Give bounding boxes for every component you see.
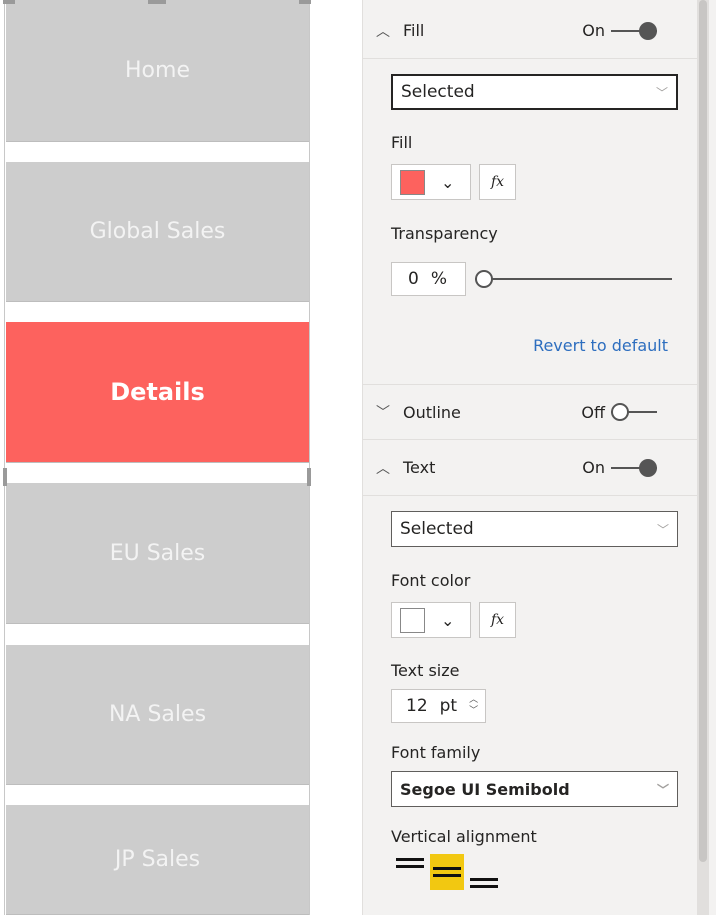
- transparency-label: Transparency: [391, 224, 498, 243]
- resize-handle-right[interactable]: [307, 468, 311, 486]
- transparency-slider[interactable]: [475, 270, 672, 288]
- resize-handle-left[interactable]: [3, 468, 7, 486]
- value: 0: [408, 269, 419, 289]
- toggle-label: On: [582, 458, 605, 477]
- scrollbar-thumb[interactable]: [699, 0, 707, 862]
- vertical-alignment-label: Vertical alignment: [391, 827, 537, 846]
- text-section-header[interactable]: ︿ Text On: [363, 440, 697, 496]
- fill-fx-button[interactable]: fx: [479, 164, 516, 200]
- section-title: Fill: [403, 21, 425, 40]
- chevron-up-icon: ︿: [376, 460, 390, 477]
- format-pane: ︿ Fill On Selected ﹀ Fill ⌄ fx Transparen…: [362, 0, 716, 915]
- outline-section-header[interactable]: ﹀ Outline Off: [363, 384, 697, 440]
- font-family-label: Font family: [391, 743, 481, 762]
- text-size-label: Text size: [391, 661, 460, 680]
- revert-to-default-link[interactable]: Revert to default: [533, 336, 668, 355]
- nav-button-details[interactable]: Details: [6, 322, 309, 463]
- chevron-down-icon: ﹀: [656, 782, 669, 797]
- nav-button-global-sales[interactable]: Global Sales: [6, 162, 309, 302]
- font-color-fx-button[interactable]: fx: [479, 602, 516, 638]
- fill-toggle[interactable]: On: [582, 21, 657, 40]
- fill-label: Fill: [391, 133, 413, 152]
- chevron-down-icon: ﹀: [655, 85, 668, 100]
- chevron-down-icon: ⌄: [441, 172, 455, 192]
- nav-button-na-sales[interactable]: NA Sales: [6, 645, 309, 785]
- spinner-icon[interactable]: ︿ ﹀: [469, 695, 478, 717]
- nav-button-jp-sales[interactable]: JP Sales: [6, 805, 309, 915]
- dropdown-value: Selected: [400, 519, 474, 539]
- font-color-label: Font color: [391, 571, 471, 590]
- chevron-down-icon: ﹀: [656, 522, 669, 537]
- fill-color-picker[interactable]: ⌄: [391, 164, 471, 200]
- dropdown-value: Selected: [401, 82, 475, 102]
- value: 12: [406, 696, 428, 716]
- text-state-dropdown[interactable]: Selected ﹀: [391, 511, 678, 547]
- scrollbar[interactable]: [697, 0, 709, 915]
- navigation-button-group: Home Global Sales Details EU Sales NA Sa…: [3, 0, 311, 915]
- color-swatch: [400, 169, 425, 195]
- text-toggle[interactable]: On: [582, 458, 657, 477]
- chevron-down-icon: ﹀: [376, 405, 390, 421]
- unit: %: [430, 269, 447, 289]
- transparency-input[interactable]: 0%: [391, 262, 466, 296]
- section-title: Outline: [403, 402, 461, 422]
- outline-toggle[interactable]: Off: [581, 403, 657, 422]
- fill-section-header[interactable]: ︿ Fill On: [363, 3, 697, 59]
- font-family-dropdown[interactable]: Segoe UI Semibold ﹀: [391, 771, 678, 807]
- text-size-input[interactable]: 12 pt ︿ ﹀: [391, 689, 486, 723]
- chevron-down-icon: ⌄: [441, 610, 455, 630]
- resize-handle-top-right[interactable]: [299, 0, 311, 4]
- toggle-label: Off: [581, 402, 605, 422]
- toggle-label: On: [582, 21, 605, 40]
- slider-thumb[interactable]: [475, 270, 493, 288]
- align-top-icon[interactable]: [393, 854, 427, 890]
- unit: pt: [439, 696, 458, 716]
- nav-button-home[interactable]: Home: [6, 0, 309, 142]
- align-middle-icon[interactable]: [430, 854, 464, 890]
- dropdown-value: Segoe UI Semibold: [400, 779, 570, 799]
- color-swatch: [400, 607, 425, 633]
- resize-handle-top-left[interactable]: [3, 0, 15, 4]
- nav-button-eu-sales[interactable]: EU Sales: [6, 483, 309, 624]
- align-bottom-icon[interactable]: [467, 854, 501, 890]
- resize-handle-top[interactable]: [148, 0, 166, 4]
- fill-state-dropdown[interactable]: Selected ﹀: [391, 74, 678, 110]
- section-title: Text: [403, 458, 436, 477]
- chevron-up-icon: ︿: [376, 23, 390, 40]
- font-color-picker[interactable]: ⌄: [391, 602, 471, 638]
